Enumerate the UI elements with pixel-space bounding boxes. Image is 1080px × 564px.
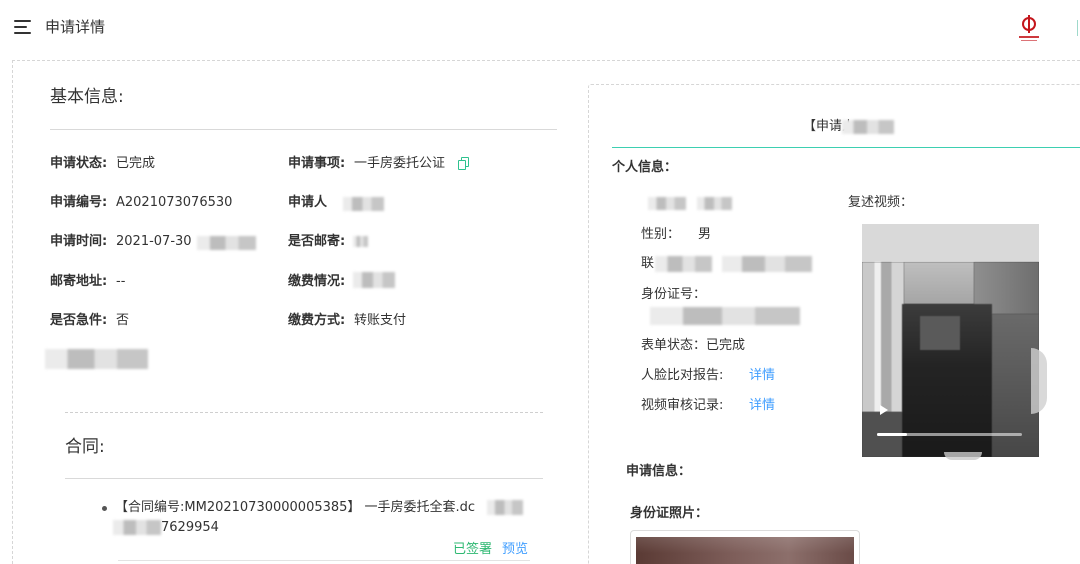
field-urgent: 是否急件: 否: [50, 312, 129, 330]
video-review-field: 视频审核记录: 详情: [641, 397, 775, 415]
redacted-applicant: [343, 197, 384, 211]
field-label: 邮寄地址:: [50, 274, 108, 289]
redacted-payment-status: [353, 272, 395, 288]
field-applicant-label: 申请人: [288, 195, 328, 210]
field-mailing-label: 是否邮寄:: [288, 234, 346, 249]
form-status-label: 表单状态：: [641, 338, 707, 353]
video-progress-segment: [877, 433, 907, 436]
id-card-photo[interactable]: [630, 530, 860, 564]
face-report-field: 人脸比对报告: 详情: [641, 367, 775, 385]
contract-name-line2: 7629954: [161, 520, 219, 535]
video-label: 复述视频：: [848, 195, 914, 210]
personal-info-heading: 个人信息：: [612, 160, 678, 175]
field-value: 转账支付: [354, 313, 407, 328]
statement-video-player[interactable]: [862, 224, 1039, 457]
seal-caption-mark: [1019, 36, 1039, 38]
redacted-contact: [655, 256, 712, 272]
seal-bar: [1028, 15, 1030, 33]
field-payment-status-label: 缴费情况:: [288, 274, 346, 289]
field-value: 一手房委托公证: [354, 156, 446, 171]
applicant-panel-title-underline: [612, 147, 1080, 148]
face-report-label: 人脸比对报告:: [641, 368, 724, 383]
redacted-contract-name: [113, 520, 161, 535]
gender-value: 男: [698, 227, 712, 242]
contract-status-badge: 已签署: [453, 542, 493, 557]
contract-heading: 合同:: [65, 437, 105, 457]
field-time: 申请时间: 2021-07-30: [50, 233, 192, 251]
copy-icon[interactable]: [458, 157, 470, 170]
menu-icon-line: [14, 26, 27, 28]
id-number-label: 身份证号：: [641, 287, 707, 302]
contract-divider: [65, 478, 543, 479]
video-review-label: 视频审核记录:: [641, 398, 724, 413]
app-window: 申请详情 基本信息: 申请状态: 已完成 申请事项: 一手房委托公证 申请编号: A2…: [0, 0, 1080, 564]
field-label: 申请事项:: [288, 156, 346, 171]
video-overlay-shape: [944, 452, 982, 460]
redacted-id-number: [650, 307, 800, 325]
video-pixel-block: [862, 262, 904, 412]
contract-name-line1: 【合同编号:MM20210730000005385】 一手房委托全套.dc: [115, 500, 476, 515]
id-photo-heading: 身份证照片：: [630, 506, 709, 521]
field-label: 申请编号:: [50, 195, 108, 210]
seal-caption-mark: [1021, 40, 1037, 41]
video-pixel-block: [920, 316, 960, 350]
field-value: 已完成: [116, 156, 156, 171]
field-matter: 申请事项: 一手房委托公证: [288, 155, 445, 173]
redacted-contract-name: [487, 500, 523, 515]
redacted-person-name: [648, 197, 686, 210]
copy-icon-front: [458, 160, 466, 170]
contract-preview-link[interactable]: 预览: [502, 541, 528, 559]
redacted-applicant-name: [842, 120, 894, 134]
redacted-mailing: [353, 236, 368, 247]
field-number: 申请编号: A2021073076530: [50, 194, 232, 212]
redacted-person-name: [697, 197, 732, 210]
contact-label: 联: [641, 256, 655, 271]
video-review-detail-link[interactable]: 详情: [749, 398, 775, 413]
redacted-extra-field: [45, 349, 148, 369]
field-label: 申请状态:: [50, 156, 108, 171]
menu-icon[interactable]: [14, 20, 32, 34]
field-status: 申请状态: 已完成: [50, 155, 155, 173]
form-status-field: 表单状态：已完成: [641, 337, 745, 355]
seal-logo-icon: [1018, 15, 1040, 43]
basic-info-heading: 基本信息:: [50, 87, 124, 107]
form-status-value: 已完成: [706, 338, 746, 353]
field-label: 是否急件:: [50, 313, 108, 328]
id-card-photo-image: [636, 537, 854, 564]
menu-icon-line: [14, 20, 31, 22]
play-icon[interactable]: [880, 405, 888, 415]
application-info-heading: 申请信息：: [626, 464, 692, 479]
field-value: 否: [116, 313, 130, 328]
face-report-detail-link[interactable]: 详情: [749, 368, 775, 383]
gender-label: 性别：: [641, 227, 681, 242]
field-value: A2021073076530: [116, 195, 233, 210]
field-value: 2021-07-30: [116, 234, 192, 249]
gender-field: 性别： 男: [641, 226, 711, 244]
page-title: 申请详情: [45, 18, 106, 36]
video-overlay-shape: [1031, 348, 1047, 414]
menu-icon-line: [14, 32, 31, 34]
redacted-contact: [722, 256, 812, 272]
contract-item-divider: [118, 560, 530, 561]
field-value: --: [116, 274, 126, 289]
contract-section-divider: [65, 412, 543, 413]
field-label: 缴费方式:: [288, 313, 346, 328]
redacted-time: [197, 236, 256, 250]
field-address: 邮寄地址: --: [50, 273, 125, 291]
field-label: 申请时间:: [50, 234, 108, 249]
field-payment-method: 缴费方式: 转账支付: [288, 312, 406, 330]
basic-info-divider: [50, 129, 557, 130]
video-pixel-block: [904, 262, 974, 304]
header-divider: [1077, 20, 1078, 36]
video-pixel-block: [862, 224, 1039, 262]
list-bullet: [102, 506, 107, 511]
